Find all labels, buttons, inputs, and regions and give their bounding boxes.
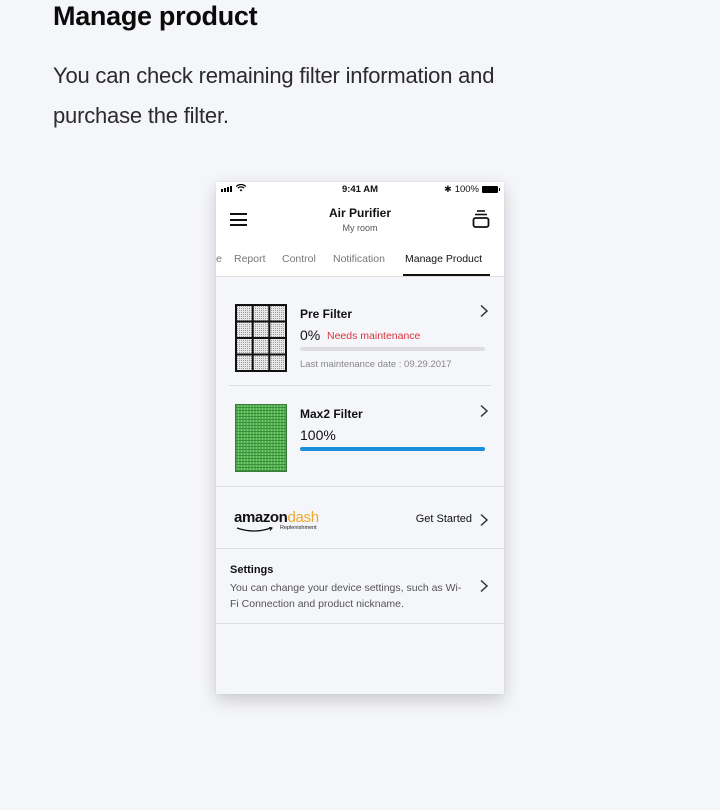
- battery-group: ✱ 100%: [444, 184, 500, 195]
- filter-progress-track: [300, 347, 485, 351]
- chevron-right-icon[interactable]: [479, 513, 489, 532]
- amazon-smile-icon: [236, 527, 273, 532]
- amazon-word: amazon: [234, 509, 288, 526]
- page-heading: Manage product: [53, 1, 258, 31]
- chevron-right-icon[interactable]: [479, 579, 489, 598]
- dash-word: dash: [287, 509, 319, 526]
- filter-percent: 100%: [300, 427, 336, 443]
- filter-name: Max2 Filter: [300, 407, 363, 421]
- settings-description: You can change your device settings, suc…: [230, 582, 462, 610]
- app-title: Air Purifier: [328, 206, 391, 220]
- app-subtitle: My room: [342, 223, 378, 233]
- tab-report[interactable]: Report: [234, 253, 266, 265]
- filter-status: Needs maintenance: [327, 330, 421, 342]
- filter-name: Pre Filter: [300, 307, 353, 321]
- tab-control[interactable]: Control: [282, 253, 316, 265]
- tab-partial[interactable]: e: [216, 253, 222, 265]
- amazon-dash-logo: amazondash Replenishment: [234, 509, 319, 532]
- active-tab-indicator: [403, 274, 490, 276]
- filter-progress-fill: [300, 447, 485, 451]
- filter-percent: 0%: [300, 327, 321, 343]
- get-started-button[interactable]: Get Started: [416, 513, 472, 525]
- tab-manage-product[interactable]: Manage Product: [405, 253, 482, 265]
- last-maintenance-date: Last maintenance date : 09.29.2017: [300, 359, 452, 370]
- chevron-right-icon[interactable]: [479, 404, 489, 423]
- filter-progress-track: [300, 447, 485, 451]
- chevron-right-icon[interactable]: [479, 304, 489, 323]
- phone-screen: 9:41 AM ✱ 100% Air Purifier My room e Re…: [216, 182, 504, 694]
- amazon-dash-row[interactable]: amazondash Replenishment Get Started: [216, 486, 504, 548]
- filter-item-pre[interactable]: Pre Filter 0% Needs maintenance Last mai…: [229, 287, 491, 386]
- stack-icon[interactable]: [472, 209, 490, 229]
- pre-filter-image: [235, 304, 287, 372]
- settings-row[interactable]: Settings You can change your device sett…: [216, 548, 504, 624]
- page-description: You can check remaining filter informati…: [53, 63, 495, 128]
- settings-title: Settings: [230, 564, 274, 576]
- tab-bar: e Report Control Notification Manage Pro…: [216, 242, 504, 277]
- battery-icon: [482, 186, 500, 193]
- app-bar: Air Purifier My room: [216, 198, 504, 242]
- tab-notification[interactable]: Notification: [333, 253, 385, 265]
- status-bar: 9:41 AM ✱ 100%: [216, 182, 504, 198]
- replenishment-text: Replenishment: [280, 525, 317, 531]
- bluetooth-icon: ✱: [444, 184, 452, 194]
- max2-filter-image: [235, 404, 287, 472]
- battery-percent: 100%: [454, 184, 479, 195]
- filter-item-max2[interactable]: Max2 Filter 100%: [229, 387, 491, 485]
